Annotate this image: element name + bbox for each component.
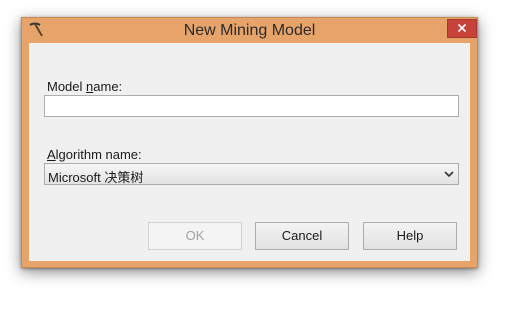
- algorithm-name-label: Algorithm name:: [47, 147, 142, 162]
- ok-button[interactable]: OK: [148, 222, 242, 250]
- new-mining-model-dialog: New Mining Model Model name: Algorithm n…: [21, 17, 478, 268]
- dialog-body: Model name: Algorithm name: Microsoft 决策…: [29, 43, 470, 261]
- window-title: New Mining Model: [183, 22, 316, 39]
- close-button[interactable]: [447, 19, 477, 38]
- model-name-input[interactable]: [44, 95, 459, 117]
- close-icon: [457, 23, 467, 33]
- screen: New Mining Model Model name: Algorithm n…: [0, 0, 522, 312]
- title-bar[interactable]: New Mining Model: [22, 18, 477, 42]
- algorithm-name-mnemonic: A: [47, 147, 56, 162]
- chevron-down-icon: [443, 167, 455, 181]
- algorithm-name-select[interactable]: Microsoft 决策树: [44, 163, 459, 185]
- cancel-button[interactable]: Cancel: [255, 222, 349, 250]
- algorithm-selected-value: Microsoft 决策树: [48, 170, 144, 185]
- help-button[interactable]: Help: [363, 222, 457, 250]
- model-name-label: Model name:: [47, 79, 123, 94]
